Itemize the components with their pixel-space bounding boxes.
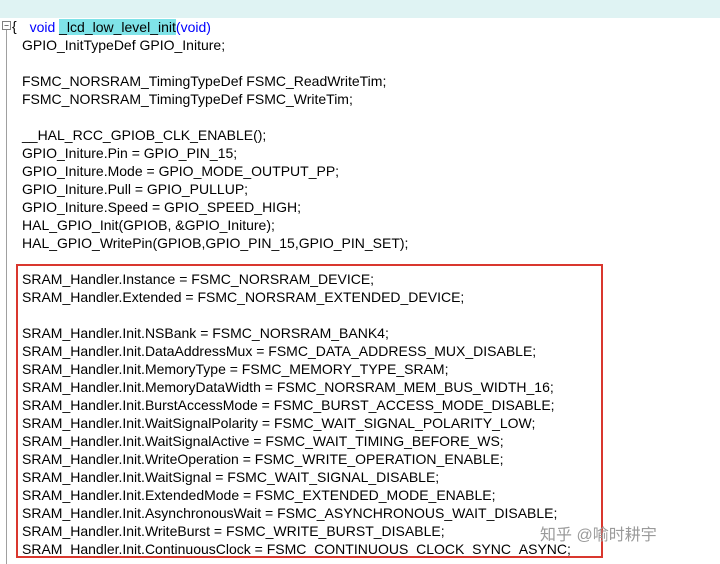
annotation-highlight-box (16, 264, 603, 558)
fold-guide-line (6, 30, 7, 564)
code-line[interactable]: GPIO_InitTypeDef GPIO_Initure; (22, 36, 225, 54)
param-keyword: void (180, 19, 207, 35)
code-line[interactable]: HAL_GPIO_Init(GPIOB, &GPIO_Initure); (22, 216, 275, 234)
function-name[interactable]: _lcd_low_level_init (59, 19, 176, 35)
code-line[interactable]: HAL_GPIO_WritePin(GPIOB,GPIO_PIN_15,GPIO… (22, 234, 408, 252)
open-brace: { (12, 18, 17, 34)
function-signature[interactable]: void _lcd_low_level_init(void) (14, 0, 211, 35)
code-line[interactable]: GPIO_Initure.Pin = GPIO_PIN_15; (22, 144, 237, 162)
watermark-text: 知乎 @喻时耕宇 (540, 527, 657, 544)
code-editor[interactable]: − void _lcd_low_level_init(void) { GPIO_… (0, 0, 720, 564)
code-line[interactable]: GPIO_Initure.Speed = GPIO_SPEED_HIGH; (22, 198, 301, 216)
return-type-keyword: void (29, 19, 56, 35)
code-line[interactable]: GPIO_Initure.Pull = GPIO_PULLUP; (22, 180, 248, 198)
close-paren: ) (206, 19, 211, 35)
fold-collapse-icon[interactable]: − (2, 21, 11, 30)
code-line[interactable]: FSMC_NORSRAM_TimingTypeDef FSMC_ReadWrit… (22, 72, 386, 90)
code-line[interactable]: GPIO_Initure.Mode = GPIO_MODE_OUTPUT_PP; (22, 162, 339, 180)
code-line[interactable]: __HAL_RCC_GPIOB_CLK_ENABLE(); (22, 126, 266, 144)
code-line[interactable]: FSMC_NORSRAM_TimingTypeDef FSMC_WriteTim… (22, 90, 353, 108)
